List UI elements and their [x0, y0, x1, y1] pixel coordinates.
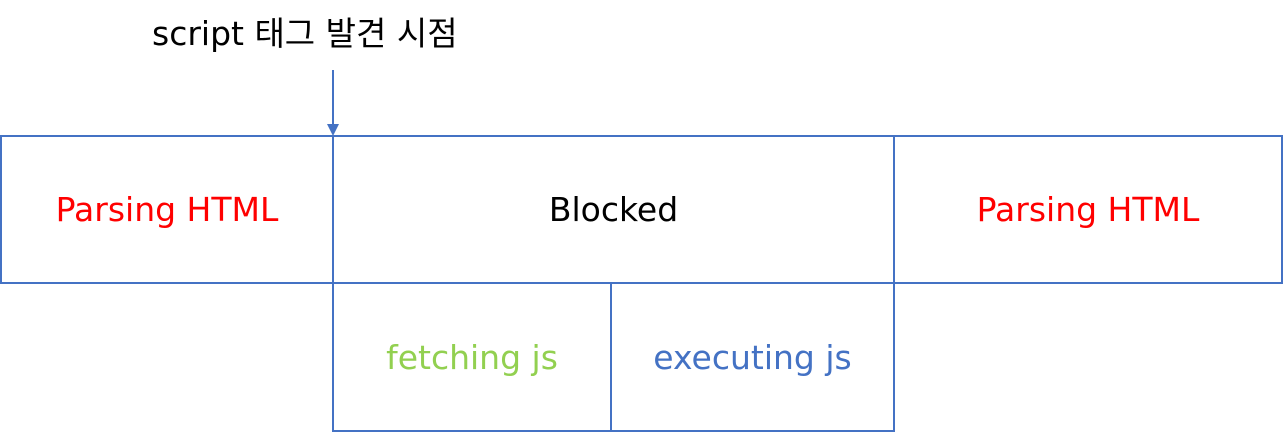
fetching-js-label: fetching js — [386, 337, 558, 377]
executing-js-box: executing js — [610, 282, 895, 432]
parsing-html-box-right: Parsing HTML — [893, 135, 1283, 284]
script-tag-caption: script 태그 발견 시점 — [152, 14, 458, 53]
parsing-html-box-left: Parsing HTML — [0, 135, 334, 284]
script-blocking-diagram: script 태그 발견 시점 Parsing HTML Blocked Par… — [0, 0, 1283, 432]
parsing-html-label-right: Parsing HTML — [976, 190, 1200, 229]
fetching-js-box: fetching js — [332, 282, 612, 432]
blocked-label: Blocked — [548, 190, 679, 229]
arrow-down-icon — [327, 70, 339, 136]
parsing-html-label-left: Parsing HTML — [55, 190, 279, 229]
executing-js-label: executing js — [653, 337, 852, 377]
blocked-box: Blocked — [332, 135, 895, 284]
